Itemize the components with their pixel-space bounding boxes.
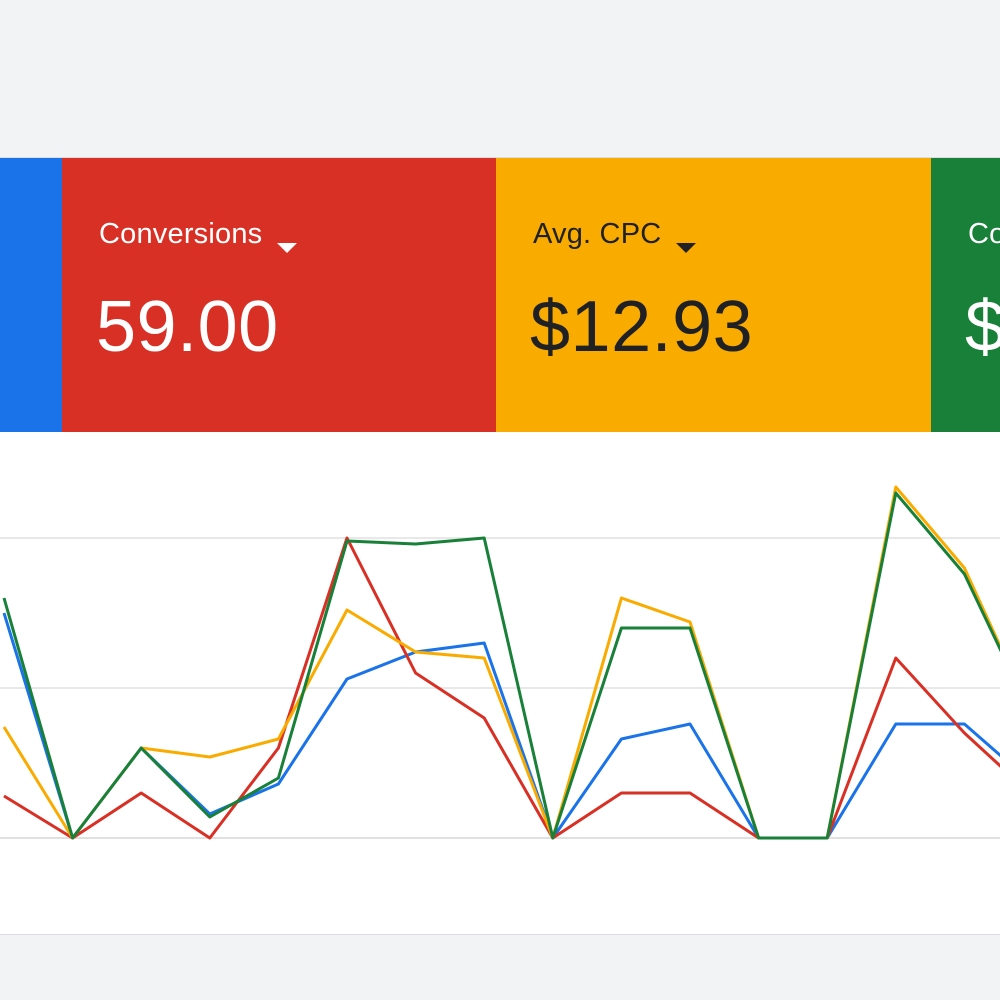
metric-name: Co [968,218,1000,250]
metric-value: 59.00 [96,287,279,367]
scorecard-clicks[interactable] [0,158,62,432]
caret-down-icon[interactable] [675,229,697,253]
metric-name: Avg. CPC [533,218,662,250]
caret-down-icon[interactable] [276,229,298,253]
top-area [0,0,1000,158]
metric-selector-avg-cpc[interactable]: Avg. CPC [533,218,697,253]
scorecard-cost[interactable]: Co $ [931,158,1000,432]
bottom-strip [0,935,1000,1000]
line-chart [0,485,1000,840]
series-line-2 [2,485,1000,840]
scorecard-avg-cpc[interactable]: Avg. CPC $12.93 [496,158,931,432]
metric-selector-conversions[interactable]: Conversions [99,218,298,253]
metric-value: $ [965,287,1000,367]
performance-chart [0,432,1000,935]
chart-series [2,485,1000,840]
series-line-3 [2,491,1000,840]
scorecard-conversions[interactable]: Conversions 59.00 [62,158,496,432]
metric-selector-cost[interactable]: Co [968,218,1000,251]
scorecard-row: Conversions 59.00 Avg. CPC $12.93 Co $ [0,158,1000,432]
metric-name: Conversions [99,218,263,250]
metric-value: $12.93 [530,287,754,367]
